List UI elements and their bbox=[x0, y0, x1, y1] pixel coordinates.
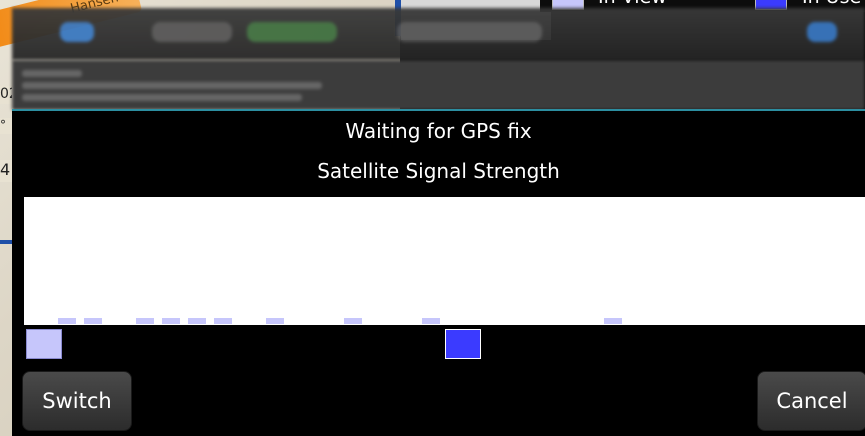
legend-in-use-label: In Use bbox=[802, 0, 861, 8]
background-divider bbox=[0, 240, 12, 244]
edge-text: 02 bbox=[0, 86, 12, 104]
legend-in-view-label: In View bbox=[598, 0, 667, 8]
app-icon bbox=[60, 22, 94, 42]
signal-strength-chart bbox=[24, 197, 865, 325]
signal-bar bbox=[58, 318, 76, 324]
notification-area bbox=[12, 60, 865, 110]
switch-button[interactable]: Switch bbox=[22, 371, 132, 431]
signal-bar bbox=[422, 318, 440, 324]
status-network bbox=[397, 22, 542, 42]
satellite-in-view-box bbox=[26, 329, 62, 359]
status-clock bbox=[152, 22, 232, 42]
signal-chart-svg bbox=[58, 318, 622, 324]
signal-bar bbox=[266, 318, 284, 324]
gps-dialog: Waiting for GPS fix Satellite Signal Str… bbox=[12, 111, 865, 436]
signal-bar bbox=[84, 318, 102, 324]
signal-bar bbox=[136, 318, 154, 324]
cancel-button[interactable]: Cancel bbox=[757, 371, 865, 431]
mail-icon bbox=[807, 22, 837, 42]
satellite-in-use-box bbox=[445, 329, 481, 359]
signal-bar bbox=[344, 318, 362, 324]
edge-text: 4 bbox=[0, 160, 12, 182]
signal-bar bbox=[188, 318, 206, 324]
signal-bar bbox=[162, 318, 180, 324]
status-icons bbox=[247, 22, 337, 42]
signal-bar bbox=[604, 318, 622, 324]
status-bar bbox=[12, 8, 865, 60]
chart-title: Satellite Signal Strength bbox=[317, 159, 560, 183]
gps-status-text: Waiting for GPS fix bbox=[345, 119, 532, 143]
signal-bar bbox=[214, 318, 232, 324]
edge-text: ° bbox=[0, 118, 12, 134]
